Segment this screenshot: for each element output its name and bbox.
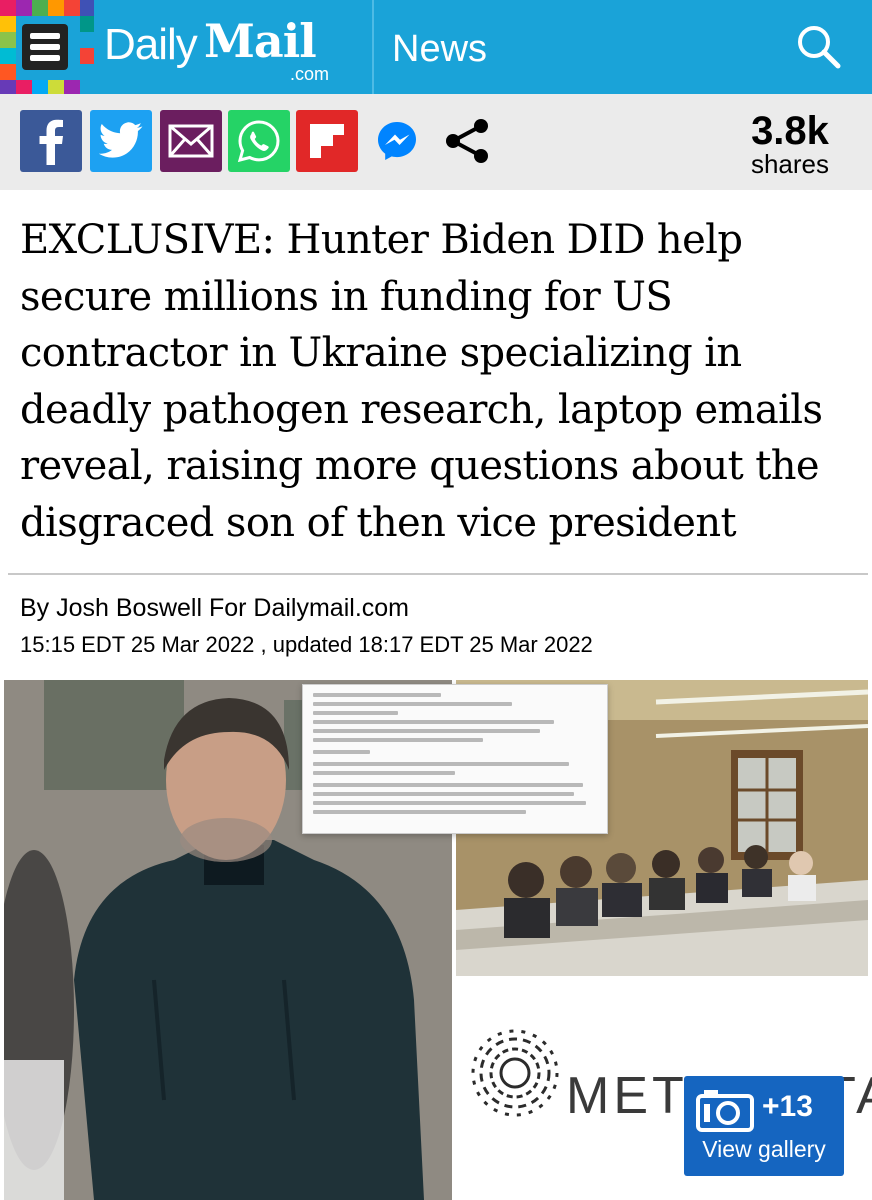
more-share-button[interactable] [436,110,498,172]
whatsapp-icon [237,120,280,163]
logo-mail: Mail [204,14,317,68]
share-count: 3.8k shares [730,109,850,179]
article-headline: EXCLUSIVE: Hunter Biden DID help secure … [20,217,823,546]
email-icon [168,124,214,158]
menu-button[interactable] [0,0,94,94]
view-gallery-button[interactable]: +13 View gallery [684,1076,844,1176]
email-share-button[interactable] [160,110,222,172]
gallery-count: +13 [762,1090,813,1123]
section-title[interactable]: News [392,28,487,71]
share-bar: 3.8k shares [0,94,872,190]
flipboard-share-button[interactable] [296,110,358,172]
facebook-icon [39,119,63,165]
site-header: Daily Mail .com News [0,0,872,94]
whatsapp-share-button[interactable] [228,110,290,172]
logo-dotcom: .com [290,64,330,84]
logo-daily: Daily [104,20,198,69]
twitter-icon [99,122,143,158]
gallery-label: View gallery [702,1136,826,1162]
flipboard-icon [310,124,344,158]
email-screenshot [302,684,608,834]
hamburger-icon [22,24,68,70]
share-icon [446,119,488,163]
search-button[interactable] [790,18,850,78]
article-byline[interactable]: By Josh Boswell For Dailymail.com [20,594,409,623]
share-count-label: shares [750,149,830,179]
article-dateline: 15:15 EDT 25 Mar 2022 , updated 18:17 ED… [20,632,593,657]
twitter-share-button[interactable] [90,110,152,172]
header-divider [372,0,374,94]
headline-divider [8,573,868,575]
share-count-number: 3.8k [751,109,829,153]
facebook-share-button[interactable] [20,110,82,172]
messenger-icon [378,122,416,160]
camera-icon [696,1090,754,1132]
search-icon [798,26,841,69]
messenger-share-button[interactable] [366,110,428,172]
metabiota-logo-icon [471,1029,559,1117]
